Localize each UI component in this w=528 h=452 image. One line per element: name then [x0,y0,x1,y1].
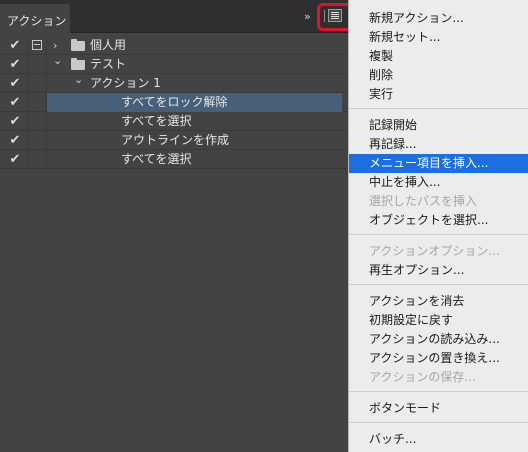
menu-item[interactable]: 新規アクション... [349,9,528,28]
toggle-checkmark-icon[interactable]: ✔ [5,93,25,112]
action-row[interactable]: ✔ すべてを選択 [0,150,348,169]
dialog-icon [32,40,42,50]
action-row-label: すべてをロック解除 [121,95,228,109]
toggle-checkmark-icon[interactable]: ✔ [5,112,25,131]
menu-separator [349,391,528,392]
toggle-checkmark-icon[interactable]: ✔ [5,55,25,74]
menu-separator [349,108,528,109]
menu-item: アクションの保存... [369,370,476,384]
action-row-content[interactable]: すべてを選択 [46,112,342,131]
action-row[interactable]: ✔ ⌄ アクション 1 [0,73,348,93]
dialog-toggle[interactable] [27,36,45,55]
chevron-down-icon[interactable]: ⌄ [74,70,83,89]
action-row[interactable]: ✔ ⌄ テスト [0,54,348,74]
menu-item[interactable]: アクションの置き換え... [349,349,528,368]
folder-icon [71,39,85,51]
dialog-toggle[interactable] [27,131,45,150]
action-row-content[interactable]: › 個人用 [46,36,342,55]
menu-item[interactable]: 再生オプション... [349,261,528,280]
toggle-checkmark-icon[interactable]: ✔ [5,74,25,93]
menu-item[interactable]: アクションの読み込み... [349,330,528,349]
action-row-content[interactable]: すべてを選択 [46,150,342,169]
actions-panel: アクション » ✔ › 個人用 ✔ ⌄ テスト ✔ ⌄ アクション 1 ✔ すべてをロック解除 ✔ すべ… [0,0,360,452]
menu-item[interactable]: 新規セット... [349,28,528,47]
menu-item: アクションオプション... [369,244,500,258]
action-row-label: 個人用 [90,38,127,52]
action-row-content[interactable]: ⌄ アクション 1 [46,73,342,93]
toggle-checkmark-icon[interactable]: ✔ [5,131,25,150]
action-row-content[interactable]: ⌄ テスト [46,54,342,74]
app-window: アクション » ✔ › 個人用 ✔ ⌄ テスト ✔ ⌄ アクション 1 ✔ すべてをロック解除 ✔ すべ… [0,0,528,452]
menu-separator [349,234,528,235]
action-row[interactable]: ✔ すべてを選択 [0,112,348,131]
dialog-toggle[interactable] [27,150,45,169]
action-row-content[interactable]: すべてをロック解除 [46,93,342,112]
panel-tab-bar: アクション » [0,0,360,33]
collapse-icon[interactable]: » [304,10,311,23]
menu-item[interactable]: アクションを消去 [349,292,528,311]
toggle-checkmark-icon[interactable]: ✔ [5,150,25,169]
action-row-label: テスト [90,57,127,71]
action-row-label: アクション 1 [90,76,161,90]
menu-separator [349,422,528,423]
action-row-content[interactable]: アウトラインを作成 [46,131,342,150]
menu-item[interactable]: 実行 [349,85,528,104]
menu-item[interactable]: 記録開始 [349,116,528,135]
menu-item[interactable]: メニュー項目を挿入... [349,154,528,173]
dialog-toggle[interactable] [27,93,45,112]
action-row-label: アウトラインを作成 [121,133,230,147]
actions-list: ✔ › 個人用 ✔ ⌄ テスト ✔ ⌄ アクション 1 ✔ すべてをロック解除 ✔ すべてを選択 ✔ アウト… [0,36,348,169]
dialog-toggle[interactable] [27,74,45,93]
action-row[interactable]: ✔ アウトラインを作成 [0,131,348,150]
menu-item[interactable]: バッチ... [349,430,528,449]
tab-label: アクション [7,14,67,28]
menu-item[interactable]: 複製 [349,47,528,66]
menu-item[interactable]: 再記録... [349,135,528,154]
action-row[interactable]: ✔ すべてをロック解除 [0,93,348,112]
action-row-label: すべてを選択 [121,114,192,128]
action-row-label: すべてを選択 [121,152,192,166]
toggle-checkmark-icon[interactable]: ✔ [5,36,25,55]
folder-icon [71,58,85,70]
chevron-down-icon[interactable]: ⌄ [53,51,62,70]
menu-separator [349,284,528,285]
menu-item[interactable]: オブジェクトを選択... [349,211,528,230]
dialog-toggle[interactable] [27,55,45,74]
menu-item: 選択したパスを挿入 [369,194,478,208]
dialog-toggle[interactable] [27,112,45,131]
menu-item[interactable]: 初期設定に戻す [349,311,528,330]
menu-item[interactable]: 中止を挿入... [349,173,528,192]
tab-actions[interactable]: アクション [0,4,70,33]
menu-item[interactable]: ボタンモード [349,399,528,418]
panel-context-menu: 新規アクション... 新規セット... 複製 削除 実行記録開始 再記録... メニュー項目… [348,0,528,452]
menu-item[interactable]: 削除 [349,66,528,85]
